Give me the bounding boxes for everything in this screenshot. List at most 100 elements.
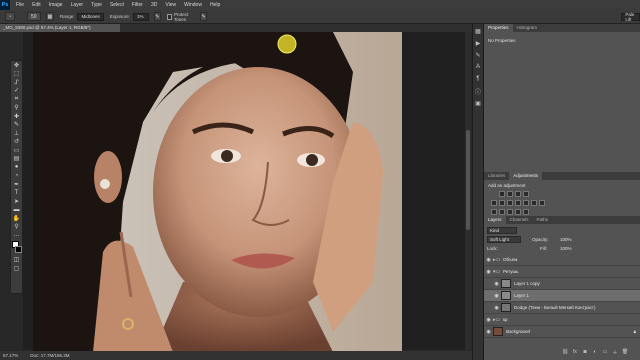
menu-view[interactable]: View [161, 2, 180, 8]
pen-icon[interactable]: ✒ [11, 180, 22, 189]
color-balance-icon[interactable] [507, 200, 513, 206]
document-canvas[interactable] [33, 32, 402, 352]
eyedropper-icon[interactable]: ⚲ [11, 104, 22, 113]
hue-sat-icon[interactable] [499, 200, 505, 206]
info-panel-icon[interactable]: ⓘ [473, 86, 483, 96]
history-panel-icon[interactable]: ▦ [473, 26, 483, 36]
layer-row-selected[interactable]: ◉ Layer 1 [484, 290, 640, 302]
layer-filter-dropdown[interactable]: Kind [487, 227, 517, 234]
opacity-value[interactable]: 100% [560, 237, 572, 242]
layer-row[interactable]: ◉ ▾▭ Ретушь [484, 266, 640, 278]
airbrush-button[interactable]: ✎ [153, 12, 161, 21]
clone-stamp-icon[interactable]: ⊥ [11, 129, 22, 138]
crop-icon[interactable]: ⌗ [11, 95, 22, 104]
quick-select-icon[interactable]: ✓ [11, 87, 22, 96]
menu-help[interactable]: Help [206, 2, 224, 8]
tab-adjustments[interactable]: Adjustments [509, 172, 543, 180]
tab-layers[interactable]: Layers [484, 216, 506, 224]
menu-window[interactable]: Window [180, 2, 206, 8]
selective-color-icon[interactable] [523, 209, 529, 215]
menu-select[interactable]: Select [106, 2, 128, 8]
pressure-button[interactable]: ✎ [199, 12, 208, 21]
scroll-thumb[interactable] [466, 130, 470, 230]
layer-row[interactable]: ◉ Dodge (Тени - Белый Мягкий Контраст) [484, 302, 640, 314]
protect-tones-checkbox[interactable] [167, 13, 173, 20]
brush-panel-button[interactable]: ▦ [45, 12, 54, 21]
menu-3d[interactable]: 3D [147, 2, 161, 8]
character-panel-icon[interactable]: A [473, 62, 483, 72]
curves-icon[interactable] [515, 191, 521, 197]
brush-presets-icon[interactable]: ✎ [473, 50, 483, 60]
tab-paths[interactable]: Paths [533, 216, 553, 224]
brush-icon[interactable]: ✎ [11, 121, 22, 130]
layer-row[interactable]: ◉ ▸▭ кр [484, 314, 640, 326]
eye-icon[interactable]: ◉ [484, 317, 493, 323]
vibrance-icon[interactable] [491, 200, 497, 206]
menu-image[interactable]: Image [45, 2, 67, 8]
dodge-icon[interactable]: ◔ [11, 172, 22, 181]
eye-icon[interactable]: ◉ [492, 293, 501, 299]
levels-icon[interactable] [507, 191, 513, 197]
path-select-icon[interactable]: ➤ [11, 197, 22, 206]
eye-icon[interactable]: ◉ [484, 329, 493, 335]
exposure-field[interactable]: 1% [133, 12, 149, 21]
tab-channels[interactable]: Channels [506, 216, 533, 224]
layer-row[interactable]: ◉ ▸▭ Объем [484, 254, 640, 266]
adjustment-layer-icon[interactable]: ◐ [590, 348, 600, 356]
tab-histogram[interactable]: Histogram [513, 24, 542, 32]
blur-icon[interactable]: ● [11, 163, 22, 172]
doc-size[interactable]: Doc: 17.7M/186.3M [30, 353, 69, 358]
menu-file[interactable]: File [12, 2, 28, 8]
eye-icon[interactable]: ◉ [492, 305, 501, 311]
document-tab[interactable]: _MG_9380.psd @ 57.4% (Layer 1, RGB/8*) [0, 24, 120, 32]
mask-icon[interactable]: ◙ [580, 348, 590, 356]
lasso-icon[interactable]: ᔑ [11, 78, 22, 87]
eye-icon[interactable]: ◉ [484, 257, 493, 263]
blend-mode-dropdown[interactable]: Soft Light [487, 236, 521, 243]
gradient-icon[interactable]: ▤ [11, 155, 22, 164]
eraser-icon[interactable]: ▭ [11, 146, 22, 155]
invert-icon[interactable] [491, 209, 497, 215]
menu-type[interactable]: Type [87, 2, 106, 8]
marquee-icon[interactable]: ⬚ [11, 70, 22, 79]
tab-properties[interactable]: Properties [484, 24, 513, 32]
link-icon[interactable]: ⛓ [560, 348, 570, 356]
colors-icon[interactable] [11, 240, 22, 256]
posterize-icon[interactable] [499, 209, 505, 215]
layer-row[interactable]: ◉ Background 🔒︎ [484, 326, 640, 338]
paragraph-panel-icon[interactable]: ¶ [473, 74, 483, 84]
range-dropdown[interactable]: Midtones [77, 12, 104, 21]
gradient-map-icon[interactable] [515, 209, 521, 215]
photo-filter-icon[interactable] [523, 200, 529, 206]
zoom-level[interactable]: 57.17% [3, 353, 18, 358]
tab-libraries[interactable]: Libraries [484, 172, 509, 180]
tool-preset-button[interactable]: ◔ [5, 12, 15, 21]
bw-icon[interactable] [515, 200, 521, 206]
layer-row[interactable]: ◉ Layer 1 copy [484, 278, 640, 290]
type-icon[interactable]: T [11, 189, 22, 198]
eye-icon[interactable]: ◉ [484, 269, 493, 275]
menu-filter[interactable]: Filter [128, 2, 147, 8]
trash-icon[interactable]: 🗑︎ [620, 348, 630, 356]
actions-panel-icon[interactable]: ▶ [473, 38, 483, 48]
swatches-panel-icon[interactable]: ▣ [473, 98, 483, 108]
healing-icon[interactable]: ✚ [11, 112, 22, 121]
workspace-dropdown[interactable]: Pale Lift [621, 12, 640, 22]
more-icon[interactable]: … [11, 231, 22, 240]
screenmode-icon[interactable]: ▢ [11, 264, 22, 273]
move-icon[interactable]: ✥ [11, 61, 22, 70]
color-lookup-icon[interactable] [539, 200, 545, 206]
zoom-icon[interactable]: ⚲ [11, 223, 22, 232]
eye-icon[interactable]: ◉ [492, 281, 501, 287]
brush-size-picker[interactable]: 50 [26, 12, 41, 21]
exposure-icon[interactable] [523, 191, 529, 197]
new-group-icon[interactable]: ▭ [600, 348, 610, 356]
new-layer-icon[interactable]: ＋ [610, 348, 620, 356]
quickmask-icon[interactable]: ◫ [11, 256, 22, 265]
brightness-icon[interactable] [499, 191, 505, 197]
menu-layer[interactable]: Layer [67, 2, 88, 8]
threshold-icon[interactable] [507, 209, 513, 215]
fx-icon[interactable]: fx [570, 348, 580, 356]
background-color-swatch[interactable] [15, 245, 22, 253]
fill-value[interactable]: 100% [560, 246, 572, 251]
